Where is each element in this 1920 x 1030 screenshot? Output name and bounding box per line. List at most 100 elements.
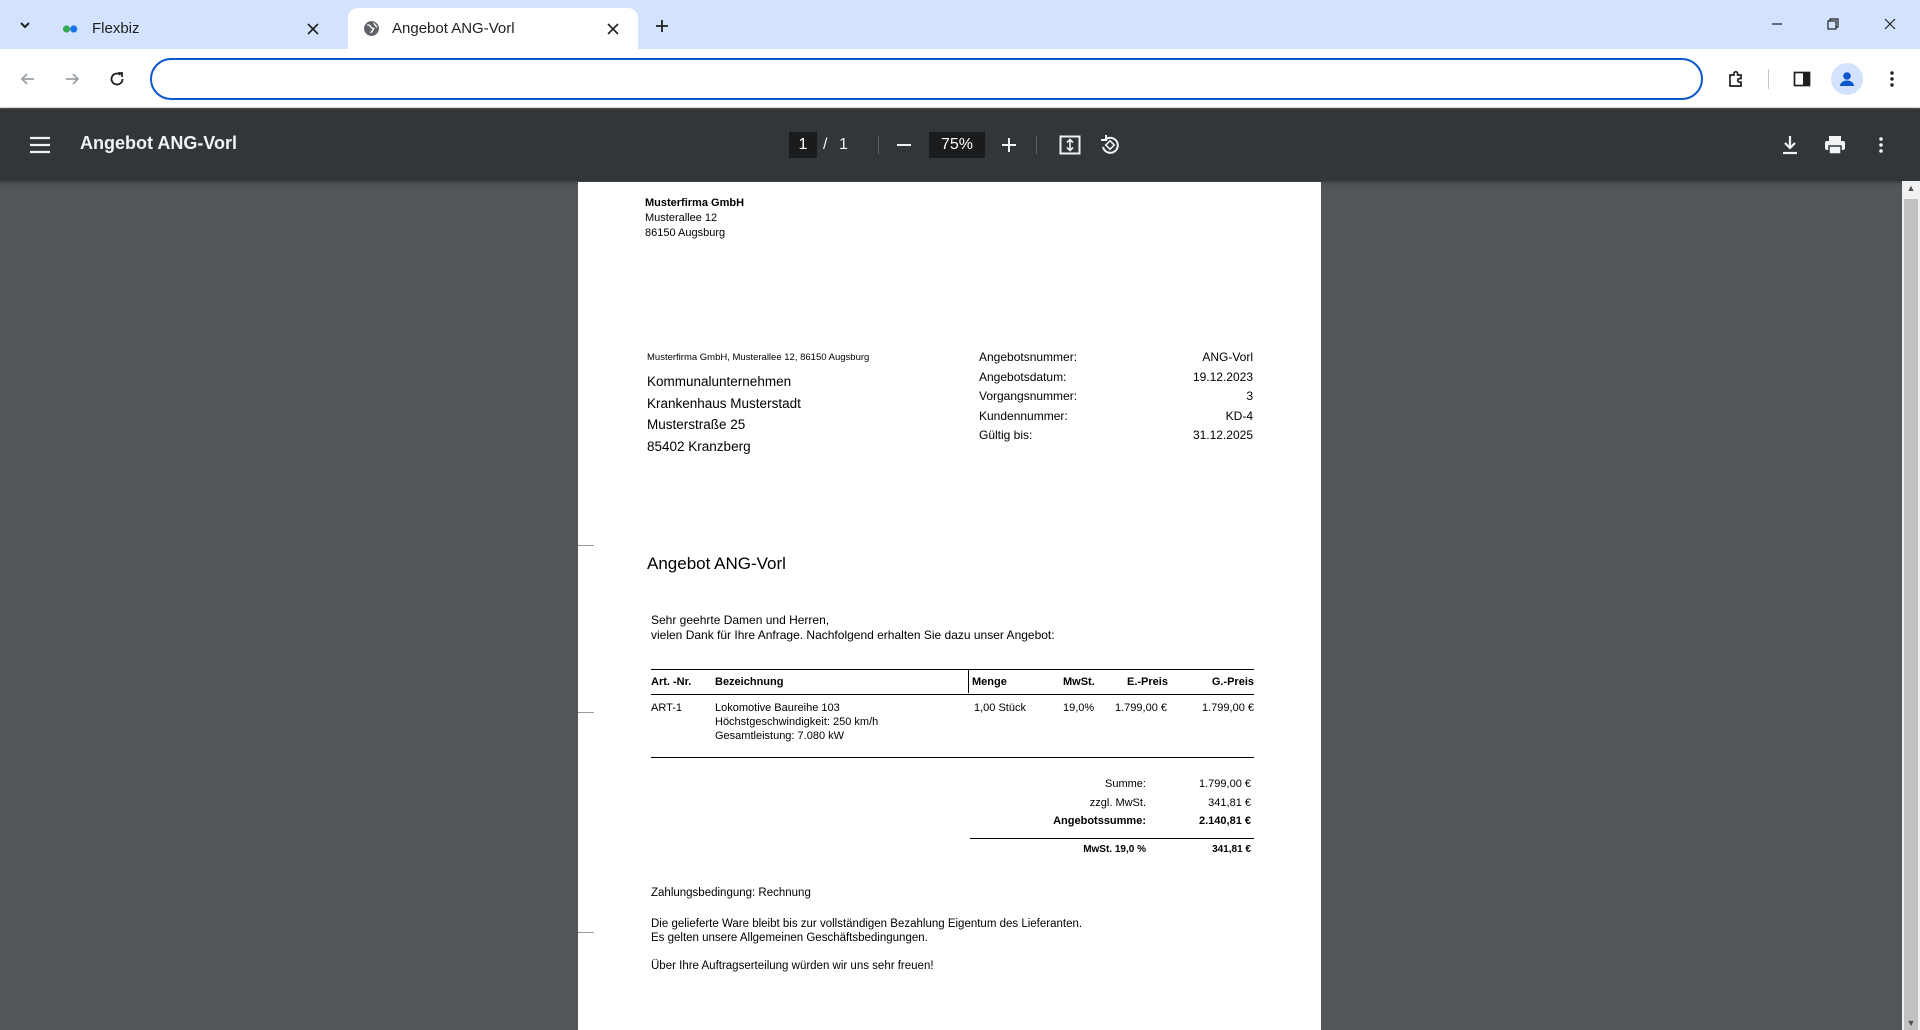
offer-meta-block: Angebotsnummer: ANG-Vorl Angebotsdatum: 19… (979, 350, 1253, 448)
meta-value: 3 (1246, 389, 1253, 404)
side-panel-icon (1793, 71, 1811, 87)
meta-value: ANG-Vorl (1202, 350, 1253, 364)
totals-rule (970, 837, 1254, 839)
zoom-out-button[interactable] (888, 129, 920, 161)
back-button[interactable] (12, 63, 44, 95)
scrollbar[interactable]: ▲ ▼ (1902, 181, 1920, 1030)
globe-icon (362, 20, 380, 38)
minimize-icon (1772, 23, 1782, 25)
col-mwst: MwSt. (1063, 676, 1095, 688)
recipient-line: Krankenhaus Musterstadt (647, 395, 801, 411)
rotate-button[interactable] (1094, 129, 1126, 161)
cell-bezeichnung: Lokomotive Baureihe 103 Höchstgeschwindi… (715, 701, 878, 743)
meta-row: Vorgangsnummer: 3 (979, 389, 1253, 409)
intro-text: Sehr geehrte Damen und Herren, vielen Da… (651, 613, 1055, 642)
total-row: zzgl. MwSt. 341,81 € (970, 797, 1254, 816)
meta-value: 31.12.2025 (1192, 428, 1253, 443)
forward-button[interactable] (56, 63, 88, 95)
zoom-in-button[interactable] (993, 129, 1025, 161)
vat-breakdown-row: MwSt. 19,0 % 341,81 € (970, 844, 1254, 863)
fit-page-icon (1059, 135, 1081, 155)
minimize-button[interactable] (1755, 8, 1799, 40)
reload-button[interactable] (101, 63, 133, 95)
meta-row: Angebotsnummer: ANG-Vorl (979, 350, 1253, 370)
profile-avatar[interactable] (1831, 63, 1863, 95)
pdf-page: Musterfirma GmbH Musterallee 12 86150 Au… (578, 182, 1321, 1030)
tab-close-icon[interactable] (302, 18, 324, 40)
cell-e-preis: 1.799,00 € (1115, 702, 1167, 714)
intro-line: vielen Dank für Ihre Anfrage. Nachfolgen… (651, 627, 1055, 642)
meta-label: Vorgangsnummer: (979, 389, 1078, 404)
subtotal-label: Summe: (1105, 778, 1146, 790)
vat-label: zzgl. MwSt. (1089, 796, 1146, 809)
grand-total-label: Angebotssumme: (1053, 815, 1146, 827)
tab-angebot[interactable]: Angebot ANG-Vorl (348, 8, 638, 49)
note-line: Es gelten unsere Allgemeinen Geschäftsbe… (651, 931, 928, 944)
recipient-address: Kommunalunternehmen Krankenhaus Musterst… (647, 371, 801, 457)
browser-menu-button[interactable] (1876, 63, 1908, 95)
meta-value: 19.12.2023 (1192, 369, 1253, 384)
payment-terms: Zahlungsbedingung: Rechnung (651, 887, 811, 899)
restore-icon (1827, 18, 1839, 30)
close-window-button[interactable] (1868, 8, 1912, 40)
restore-button[interactable] (1811, 8, 1855, 40)
side-panel-button[interactable] (1786, 63, 1818, 95)
fold-mark (578, 545, 594, 546)
zoom-level-input[interactable]: 75% (929, 132, 985, 158)
col-art-nr: Art. -Nr. (651, 676, 692, 688)
greeting: Sehr geehrte Damen und Herren, (651, 613, 830, 627)
totals-block: Summe: 1.799,00 € zzgl. MwSt. 341,81 € A… (970, 778, 1254, 863)
scroll-down-arrow-icon[interactable]: ▼ (1906, 1018, 1916, 1028)
tab-title: Angebot ANG-Vorl (392, 20, 515, 37)
vat-breakdown-label: MwSt. 19,0 % (1083, 844, 1146, 855)
sender-city: 86150 Augsburg (645, 227, 726, 239)
subtotal-value: 1.799,00 € (1199, 778, 1251, 790)
more-vertical-icon (1879, 137, 1883, 153)
col-menge: Menge (972, 676, 1007, 688)
tab-title: Flexbiz (92, 20, 140, 37)
close-icon (1884, 18, 1896, 30)
offer-subject: Angebot ANG-Vorl (647, 554, 786, 573)
sender-address: Musterfirma GmbH Musterallee 12 86150 Au… (645, 196, 744, 241)
puzzle-icon (1729, 70, 1742, 87)
sender-street: Musterallee 12 (645, 212, 718, 224)
print-button[interactable] (1819, 129, 1851, 161)
browser-toolbar (0, 49, 1920, 108)
pdf-more-button[interactable] (1865, 129, 1897, 161)
page-number-input[interactable]: 1 (789, 132, 817, 158)
tab-flexbiz[interactable]: Flexbiz (48, 8, 338, 49)
grand-total-value: 2.140,81 € (1199, 815, 1251, 827)
table-row: ART-1 Lokomotive Baureihe 103 Höchstgesc… (651, 695, 1254, 759)
closing-line: Über Ihre Auftragserteilung würden wir u… (651, 960, 934, 972)
rotate-icon (1101, 135, 1119, 154)
arrow-right-icon (66, 73, 80, 85)
tab-search-button[interactable] (9, 10, 41, 40)
flexbiz-logo-icon (62, 20, 80, 38)
meta-row: Gültig bis: 31.12.2025 (979, 428, 1253, 448)
items-table: Art. -Nr. Bezeichnung Menge MwSt. E.-Pre… (651, 669, 1254, 759)
tab-close-icon[interactable] (602, 18, 624, 40)
scroll-up-arrow-icon[interactable]: ▲ (1906, 183, 1916, 193)
extensions-button[interactable] (1720, 63, 1752, 95)
more-vertical-icon (1890, 71, 1894, 87)
toolbar-divider (878, 136, 879, 154)
scroll-thumb[interactable] (1904, 199, 1918, 1030)
sender-name: Musterfirma GmbH (645, 197, 745, 209)
meta-label: Angebotsnummer: (979, 350, 1078, 364)
new-tab-button[interactable] (648, 12, 676, 40)
minus-icon (897, 144, 911, 146)
meta-row: Kundennummer: KD-4 (979, 409, 1253, 429)
address-bar[interactable] (150, 58, 1703, 100)
col-bezeichnung: Bezeichnung (715, 676, 784, 688)
column-divider (968, 670, 969, 693)
download-button[interactable] (1774, 129, 1806, 161)
col-e-preis: E.-Preis (1127, 676, 1168, 688)
legal-notes: Die gelieferte Ware bleibt bis zur volls… (651, 918, 1082, 945)
meta-value: KD-4 (1225, 408, 1253, 423)
note-line: Die gelieferte Ware bleibt bis zur volls… (651, 918, 1083, 930)
fit-to-page-button[interactable] (1054, 129, 1086, 161)
pdf-sidebar-toggle[interactable] (24, 129, 56, 161)
toolbar-separator (1768, 69, 1769, 89)
total-row: Angebotssumme: 2.140,81 € (970, 815, 1254, 834)
hamburger-menu-icon (30, 136, 50, 154)
